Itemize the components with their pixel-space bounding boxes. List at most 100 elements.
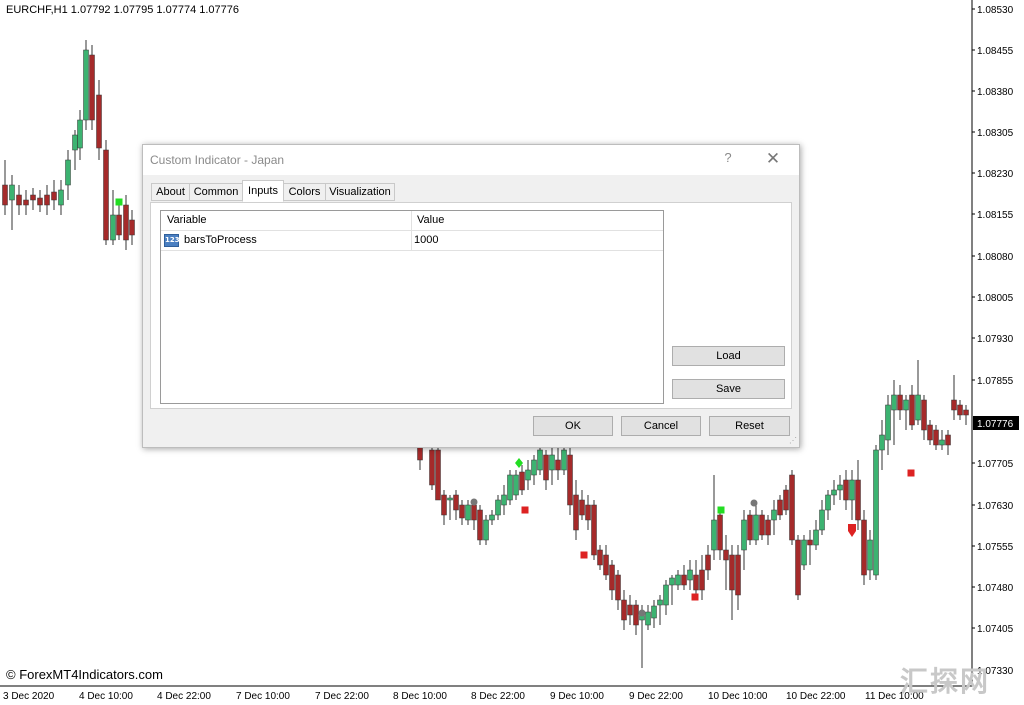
candle-body — [843, 479, 849, 501]
candle-body — [711, 519, 717, 551]
value-cell[interactable]: 1000 — [414, 231, 438, 250]
price-tick-label: 1.07930 — [977, 334, 1014, 345]
candle-body — [453, 494, 459, 511]
column-header-value[interactable]: Value — [417, 211, 444, 230]
price-tick-label: 1.07405 — [977, 624, 1014, 635]
candle-body — [765, 519, 771, 536]
candle-body — [525, 469, 531, 481]
candle-body — [627, 604, 633, 616]
candle-body — [819, 509, 825, 531]
candle-body — [771, 509, 777, 521]
current-price-tag: 1.07776 — [973, 416, 1019, 430]
candle-body — [507, 474, 513, 501]
ok-button[interactable]: OK — [533, 416, 613, 436]
candle-body — [615, 574, 621, 601]
price-tick-label: 1.08380 — [977, 87, 1014, 98]
candle-body — [795, 539, 801, 596]
candle-body — [801, 539, 807, 566]
candle-body — [44, 194, 50, 206]
tab-about[interactable]: About — [151, 183, 190, 201]
candle-body — [96, 94, 102, 149]
time-tick-label: 4 Dec 10:00 — [79, 691, 133, 702]
column-header-variable[interactable]: Variable — [167, 211, 207, 230]
candle-body — [561, 449, 567, 471]
dialog-titlebar[interactable]: Custom Indicator - Japan ? ✕ — [143, 145, 799, 175]
resize-grip-icon[interactable]: ⋰ — [789, 437, 797, 445]
candle-body — [933, 429, 939, 446]
candle-body — [2, 184, 8, 206]
candle-body — [699, 569, 705, 591]
time-tick-label: 7 Dec 22:00 — [315, 691, 369, 702]
candle-body — [681, 574, 687, 586]
price-axis: 1.08530 1.08455 1.08380 1.08305 1.08230 1.081… — [972, 5, 1014, 677]
candle-body — [58, 189, 64, 206]
candle-body — [837, 484, 843, 491]
candle-body — [89, 54, 95, 121]
save-button[interactable]: Save — [672, 379, 785, 399]
candle-body — [903, 399, 909, 411]
candle-body — [927, 424, 933, 441]
candle-body — [951, 399, 957, 411]
help-button[interactable]: ? — [721, 150, 735, 168]
candle-body — [477, 509, 483, 541]
candle-body — [110, 214, 116, 241]
close-icon[interactable]: ✕ — [764, 149, 782, 169]
candle-body — [729, 554, 735, 591]
copyright-text: © ForexMT4Indicators.com — [6, 667, 163, 682]
candle-body — [83, 49, 89, 121]
candle-body — [555, 459, 561, 471]
candle-body — [123, 204, 129, 241]
time-tick-label: 10 Dec 10:00 — [708, 691, 768, 702]
price-tick-label: 1.08305 — [977, 128, 1014, 139]
price-tick-label: 1.07705 — [977, 459, 1014, 470]
candle-body — [531, 459, 537, 476]
candle-body — [567, 454, 573, 506]
price-tick-label: 1.07555 — [977, 542, 1014, 553]
candle-body — [783, 489, 789, 511]
tab-inputs[interactable]: Inputs — [242, 180, 284, 202]
candle-body — [585, 504, 591, 521]
tab-colors[interactable]: Colors — [283, 183, 326, 201]
price-tick-label: 1.07855 — [977, 376, 1014, 387]
candle-body — [429, 449, 435, 486]
candle-body — [657, 599, 663, 606]
candle-body — [579, 499, 585, 516]
tab-common[interactable]: Common — [189, 183, 243, 201]
candle-body — [537, 449, 543, 471]
candle-body — [855, 479, 861, 521]
candle-body — [30, 194, 36, 201]
candle-body — [77, 119, 83, 149]
candle-body — [51, 191, 57, 201]
signal-square-icon — [521, 506, 529, 514]
candle-body — [633, 604, 639, 626]
candle-body — [483, 519, 489, 541]
signal-dot-icon — [470, 498, 478, 506]
candle-body — [891, 394, 897, 411]
tab-visualization[interactable]: Visualization — [325, 183, 395, 201]
candle-body — [957, 404, 963, 416]
candle-body — [609, 564, 615, 591]
candle-body — [621, 599, 627, 621]
candle-body — [9, 184, 15, 201]
candle-body — [885, 404, 891, 441]
current-price-label: 1.07776 — [977, 419, 1014, 430]
reset-button[interactable]: Reset — [709, 416, 790, 436]
price-tick-label: 1.07480 — [977, 583, 1014, 594]
dialog-title: Custom Indicator - Japan — [150, 153, 285, 167]
candle-body — [759, 514, 765, 536]
candle-body — [741, 519, 747, 551]
load-button[interactable]: Load — [672, 346, 785, 366]
candle-body — [441, 494, 447, 516]
candle-body — [807, 539, 813, 546]
candle-body — [915, 394, 921, 421]
custom-indicator-dialog: Custom Indicator - Japan ? ✕ About Commo… — [142, 144, 800, 448]
candle-body — [753, 514, 759, 541]
cancel-button[interactable]: Cancel — [621, 416, 701, 436]
candle-body — [459, 504, 465, 519]
candle-body — [543, 454, 549, 481]
time-tick-label: 9 Dec 10:00 — [550, 691, 604, 702]
signal-square-icon — [691, 593, 699, 601]
candle-body — [495, 499, 501, 516]
inputs-table: Variable Value 123 barsToProcess 1000 — [160, 210, 664, 404]
row-divider — [161, 250, 663, 251]
